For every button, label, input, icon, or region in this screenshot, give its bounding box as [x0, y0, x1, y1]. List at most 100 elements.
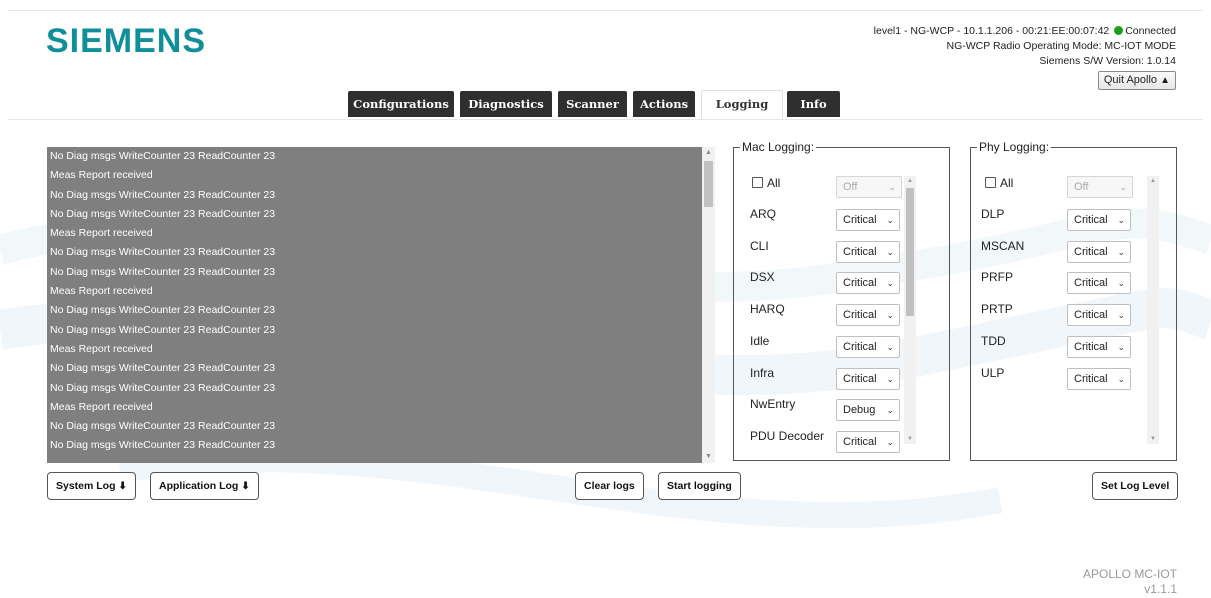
phy-logging-level-select[interactable]: Critical ⌄ — [1067, 240, 1131, 263]
chevron-down-icon: ⌄ — [886, 341, 894, 352]
phy-logging-item-label: PRTP — [981, 302, 1013, 317]
quit-apollo-button[interactable]: Quit Apollo ▲ — [1097, 71, 1176, 90]
connected-indicator-icon — [1114, 26, 1124, 35]
download-icon: ⬇ — [118, 481, 127, 492]
chevron-down-icon: ⌄ — [886, 405, 894, 416]
log-line: Meas Report received — [50, 342, 153, 355]
warning-icon: ▲ — [1160, 75, 1170, 86]
tab-actions[interactable]: Actions — [633, 91, 695, 117]
phy-logging-item-label: TDD — [981, 333, 1006, 348]
mac-logging-item-label: CLI — [750, 238, 769, 253]
level-value: Critical — [843, 277, 877, 290]
software-version: Siemens S/W Version: 1.0.14 — [1039, 55, 1176, 67]
chevron-down-icon: ⌄ — [1117, 341, 1125, 352]
phy-all-select[interactable]: Off ⌄ — [1067, 176, 1133, 198]
level-value: Critical — [843, 435, 877, 448]
set-log-level-button[interactable]: Set Log Level — [1092, 472, 1179, 500]
tab-configurations[interactable]: Configurations — [348, 91, 454, 117]
phy-logging-panel: Phy Logging: All Off ⌄ DLP Critical ⌄ MSCAN C… — [970, 140, 1177, 461]
log-output[interactable]: No Diag msgs WriteCounter 23 ReadCounter… — [47, 147, 715, 463]
system-log-button[interactable]: System Log ⬇ — [47, 472, 136, 500]
level-value: Critical — [843, 245, 877, 258]
phy-logging-level-select[interactable]: Critical ⌄ — [1067, 272, 1131, 295]
mac-logging-level-select[interactable]: Critical ⌄ — [836, 272, 900, 295]
tab-scanner[interactable]: Scanner — [558, 91, 627, 117]
phy-all-label: All — [1000, 176, 1014, 190]
mac-logging-item-label: Idle — [750, 333, 770, 348]
checkbox-icon[interactable] — [752, 177, 763, 188]
mac-scrollbar-thumb[interactable] — [906, 188, 914, 316]
mac-logging-item-label: NwEntry — [750, 397, 796, 412]
log-line: No Diag msgs WriteCounter 23 ReadCounter… — [50, 304, 276, 317]
mac-logging-level-select[interactable]: Critical ⌄ — [836, 367, 900, 390]
mac-logging-level-select[interactable]: Critical ⌄ — [836, 240, 900, 263]
log-line: No Diag msgs WriteCounter 23 ReadCounter… — [50, 381, 276, 394]
phy-scrollbar[interactable]: ▲ ▼ — [1147, 176, 1159, 444]
mac-scrollbar[interactable]: ▲ ▼ — [904, 176, 916, 444]
mac-logging-item-label: Infra — [750, 365, 775, 380]
scroll-down-icon[interactable]: ▼ — [904, 434, 916, 444]
chevron-down-icon: ⌄ — [886, 436, 894, 447]
log-line: No Diag msgs WriteCounter 23 ReadCounter… — [50, 265, 276, 278]
mac-logging-legend: Mac Logging: — [742, 140, 815, 154]
chevron-down-icon: ⌄ — [1117, 373, 1125, 384]
phy-logging-level-select[interactable]: Critical ⌄ — [1067, 335, 1131, 358]
scroll-up-icon[interactable]: ▲ — [1147, 176, 1159, 186]
chevron-down-icon: ⌄ — [1117, 246, 1125, 257]
mac-logging-level-select[interactable]: Debug ⌄ — [836, 399, 900, 422]
connection-status-panel: level1 - NG-WCP - 10.1.1.206 - 00:21:EE:… — [874, 24, 1176, 90]
quit-apollo-label: Quit Apollo — [1103, 74, 1158, 86]
level-value: Critical — [1074, 340, 1108, 353]
log-scrollbar[interactable]: ▲ ▼ — [702, 147, 715, 463]
mac-logging-level-select[interactable]: Critical ⌄ — [836, 209, 900, 231]
tab-info[interactable]: Info — [787, 91, 840, 117]
scroll-up-icon[interactable]: ▲ — [702, 147, 715, 159]
mac-all-checkbox[interactable]: All — [752, 176, 780, 190]
log-line: No Diag msgs WriteCounter 23 ReadCounter… — [50, 246, 276, 259]
mac-logging-item-label: ARQ — [750, 207, 777, 221]
log-line: No Diag msgs WriteCounter 23 ReadCounter… — [50, 323, 276, 336]
tab-diagnostics[interactable]: Diagnostics — [460, 91, 552, 117]
clear-logs-button[interactable]: Clear logs — [575, 472, 644, 500]
start-logging-button[interactable]: Start logging — [658, 472, 741, 500]
footer: APOLLO MC-IOT v1.1.1 — [1083, 567, 1177, 597]
chevron-down-icon: ⌄ — [1117, 310, 1125, 321]
log-line: Meas Report received — [50, 400, 153, 413]
mac-logging-level-select[interactable]: Critical ⌄ — [836, 304, 900, 327]
tab-logging[interactable]: Logging — [701, 90, 783, 119]
mac-logging-item-label: DSX — [750, 270, 775, 285]
mac-logging-panel: Mac Logging: All Off ⌄ ARQ Critical ⌄ CLI Cri… — [733, 140, 950, 461]
checkbox-icon[interactable] — [985, 177, 996, 188]
chevron-down-icon: ⌄ — [1117, 278, 1125, 289]
mac-logging-level-select[interactable]: Critical ⌄ — [836, 430, 900, 453]
product-version: v1.1.1 — [1144, 582, 1177, 596]
mac-logging-item-label: PDU Decoder — [750, 428, 825, 443]
log-line: No Diag msgs WriteCounter 23 ReadCounter… — [50, 207, 276, 220]
scroll-down-icon[interactable]: ▼ — [702, 451, 715, 463]
mac-all-select[interactable]: Off ⌄ — [836, 176, 902, 198]
phy-all-value: Off — [1074, 181, 1089, 193]
phy-logging-level-select[interactable]: Critical ⌄ — [1067, 367, 1131, 390]
download-icon: ⬇ — [241, 481, 250, 492]
log-line: No Diag msgs WriteCounter 23 ReadCounter… — [50, 420, 276, 433]
level-value: Debug — [843, 404, 876, 417]
level-value: Critical — [1074, 372, 1108, 385]
mac-logging-level-select[interactable]: Critical ⌄ — [836, 335, 900, 358]
phy-logging-level-select[interactable]: Critical ⌄ — [1067, 304, 1131, 327]
phy-logging-item-label: MSCAN — [981, 238, 1025, 253]
scroll-up-icon[interactable]: ▲ — [904, 176, 916, 186]
chevron-down-icon: ⌄ — [886, 373, 894, 384]
level-value: Critical — [843, 214, 877, 226]
connection-info: level1 - NG-WCP - 10.1.1.206 - 00:21:EE:… — [873, 25, 1110, 37]
system-log-label: System Log — [56, 480, 116, 492]
log-scrollbar-thumb[interactable] — [704, 161, 713, 207]
chevron-down-icon: ⌄ — [888, 182, 896, 192]
chevron-down-icon: ⌄ — [1119, 182, 1127, 192]
phy-logging-item-label: DLP — [981, 207, 1005, 221]
phy-all-checkbox[interactable]: All — [985, 176, 1013, 190]
connection-status: Connected — [1125, 25, 1176, 37]
scroll-down-icon[interactable]: ▼ — [1147, 434, 1159, 444]
phy-logging-level-select[interactable]: Critical ⌄ — [1067, 209, 1131, 231]
application-log-button[interactable]: Application Log ⬇ — [150, 472, 259, 500]
siemens-logo: SIEMENS — [46, 22, 207, 60]
